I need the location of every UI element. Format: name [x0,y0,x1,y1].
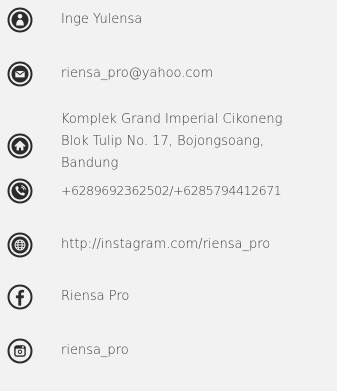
contact-row-name: Inge Yulensa [0,5,337,35]
contact-instagram[interactable]: riensa_pro [61,340,129,362]
home-icon [7,133,33,159]
contact-row-website: http://instagram.com/riensa_pro [0,230,337,260]
contact-row-email: riensa_pro@yahoo.com [0,59,337,89]
instagram-icon [7,338,33,364]
contact-list: Inge Yulensa riensa_pro@yahoo.com Komple… [0,0,337,391]
contact-address: Komplek Grand Imperial Cikoneng Blok Tul… [61,109,337,175]
address-line-1: Komplek Grand Imperial Cikoneng [61,112,283,127]
phone-icon [7,178,33,204]
contact-name: Inge Yulensa [61,12,143,27]
contact-email[interactable]: riensa_pro@yahoo.com [61,63,213,85]
envelope-icon [7,61,33,87]
globe-icon [7,232,33,258]
facebook-icon [7,284,33,310]
address-line-2: Blok Tulip No. 17, Bojongsoang, [61,134,265,149]
contact-phone[interactable]: +6289692362502/+6285794412671 [61,180,282,202]
contact-website-link[interactable]: http://instagram.com/riensa_pro [61,234,270,256]
contact-row-phone: +6289692362502/+6285794412671 [0,176,337,206]
address-line-3: Bandung [61,156,119,171]
contact-row-facebook: Riensa Pro [0,282,337,312]
contact-row-instagram: riensa_pro [0,336,337,366]
person-icon [7,7,33,33]
contact-facebook[interactable]: Riensa Pro [61,286,129,308]
